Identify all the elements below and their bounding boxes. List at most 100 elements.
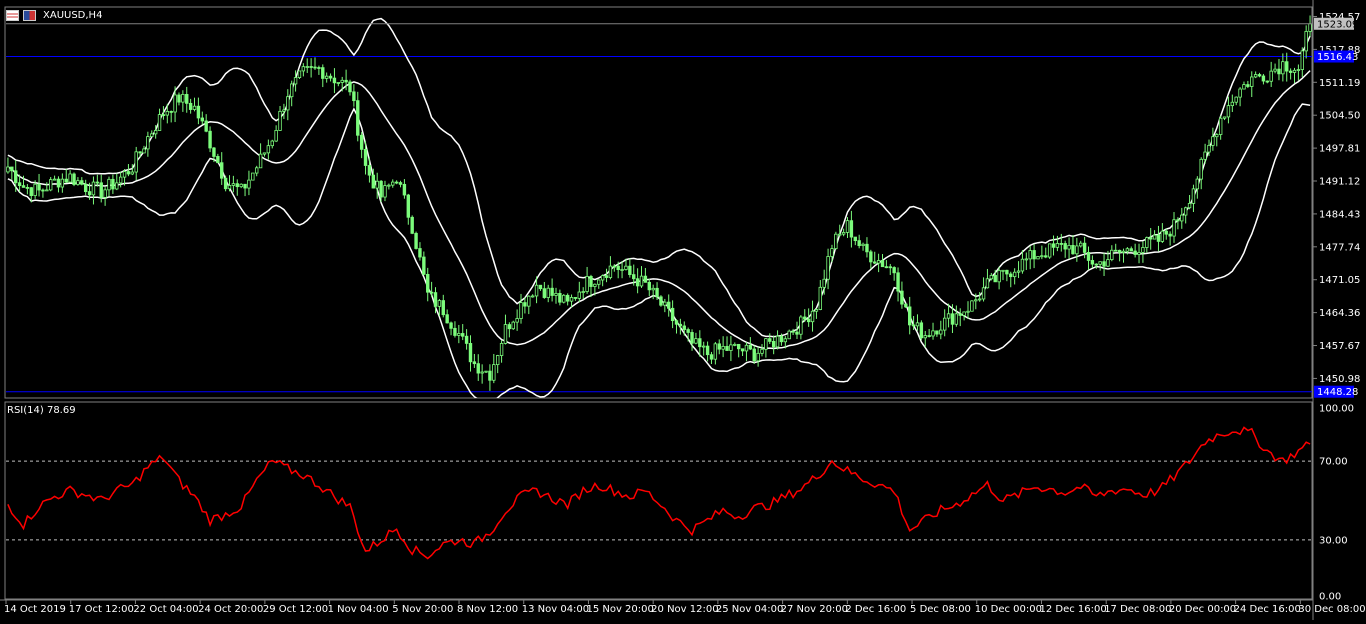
candle-body — [733, 343, 737, 346]
candle-body — [286, 96, 290, 111]
candle-body — [1187, 203, 1192, 209]
candle-body — [41, 189, 45, 192]
price-tick-label: 1457.67 — [1319, 341, 1360, 352]
candle-body — [484, 370, 488, 373]
rsi-axis-label: 30.00 — [1319, 535, 1348, 546]
candle-body — [313, 66, 317, 69]
candle-body — [410, 216, 414, 234]
candle-body — [1203, 151, 1207, 160]
candle-body — [775, 335, 780, 348]
price-tick-label: 1450.98 — [1319, 374, 1360, 385]
candle-body — [814, 309, 819, 312]
candle-body — [464, 335, 469, 344]
time-axis-label: 30 Dec 08:00 — [1298, 604, 1365, 615]
candle-body — [278, 110, 282, 131]
candle-body — [752, 348, 756, 362]
candle-body — [527, 295, 531, 307]
candle-body — [736, 343, 741, 350]
candle-body — [223, 177, 228, 190]
candle-body — [946, 313, 951, 319]
candle-body — [48, 179, 53, 191]
candle-body — [911, 324, 916, 327]
candle-body — [764, 338, 768, 350]
candle-body — [1265, 80, 1270, 83]
candle-body — [336, 82, 341, 84]
candle-body — [861, 243, 865, 247]
candle-body — [289, 83, 294, 98]
candle-body — [849, 220, 854, 238]
candle-body — [449, 322, 453, 329]
price-tick-label: 1504.50 — [1319, 111, 1360, 122]
candle-body — [1071, 245, 1075, 255]
candle-body — [740, 348, 745, 352]
candle-body — [72, 173, 76, 185]
bollinger-upper — [7, 17, 1311, 338]
candle-body — [1288, 70, 1293, 73]
candle-body — [900, 290, 904, 305]
candle-body — [1156, 234, 1161, 242]
candle-body — [324, 75, 329, 79]
price-tick-label: 1477.74 — [1319, 242, 1360, 253]
candle-body — [231, 183, 236, 186]
candle-body — [208, 130, 212, 149]
candle-body — [1125, 248, 1130, 252]
candle-body — [908, 306, 912, 326]
candle-body — [1160, 230, 1165, 242]
chart-window-icon[interactable] — [6, 9, 19, 21]
candle-body — [632, 274, 636, 280]
candle-body — [10, 166, 14, 172]
trading-chart[interactable]: 1524.57 1517.88 1511.19 1504.50 1497.81 1491.… — [0, 0, 1366, 620]
candle-body — [577, 291, 582, 299]
candle-body — [873, 261, 877, 264]
time-axis-label: 29 Oct 12:00 — [263, 604, 328, 615]
candle-body — [68, 173, 72, 183]
candle-body — [37, 183, 41, 191]
candle-body — [826, 256, 830, 280]
candle-body — [966, 310, 970, 313]
candle-body — [1257, 74, 1262, 77]
lower-line-price-tag: 1448.28 — [1317, 387, 1358, 398]
rsi-axis-label: 0.00 — [1319, 592, 1341, 603]
candle-body — [756, 352, 760, 362]
candle-body — [363, 148, 368, 166]
candle-body — [546, 287, 550, 298]
candle-body — [492, 364, 496, 381]
candle-body — [169, 111, 173, 113]
candle-body — [919, 322, 924, 339]
candle-body — [1047, 243, 1052, 258]
candle-body — [185, 94, 189, 104]
candle-body — [643, 275, 648, 283]
candle-body — [1063, 243, 1067, 250]
current-price-tag: 1523.09 — [1317, 19, 1358, 30]
candle-body — [678, 323, 683, 327]
candle-body — [511, 321, 515, 330]
candle-body — [87, 191, 92, 196]
candle-body — [305, 66, 309, 68]
candle-body — [1292, 69, 1297, 73]
time-axis-label: 1 Nov 04:00 — [328, 604, 389, 615]
candle-body — [1117, 249, 1122, 253]
candle-body — [83, 183, 88, 193]
candle-body — [394, 181, 399, 184]
candle-body — [6, 166, 10, 173]
candle-body — [950, 313, 955, 325]
chart-canvas[interactable]: 1524.571517.881511.191504.501497.811491.… — [0, 0, 1366, 620]
candle-body — [173, 94, 177, 113]
candle-body — [768, 338, 772, 342]
chart-title-bar: XAUUSD,H4 — [6, 8, 102, 22]
candle-body — [344, 79, 348, 83]
candle-body — [581, 291, 585, 293]
candle-body — [99, 182, 103, 198]
candle-body — [1036, 256, 1040, 260]
candle-body — [1273, 68, 1277, 72]
candle-body — [1238, 88, 1242, 98]
price-tick-label: 1511.19 — [1319, 78, 1360, 89]
candle-body — [348, 81, 352, 93]
candle-body — [519, 302, 523, 319]
candle-body — [1086, 252, 1091, 261]
candle-body — [1110, 249, 1114, 260]
candle-body — [262, 152, 267, 155]
candle-body — [375, 180, 379, 189]
time-axis-label: 20 Nov 12:00 — [651, 604, 718, 615]
candle-body — [14, 170, 18, 184]
